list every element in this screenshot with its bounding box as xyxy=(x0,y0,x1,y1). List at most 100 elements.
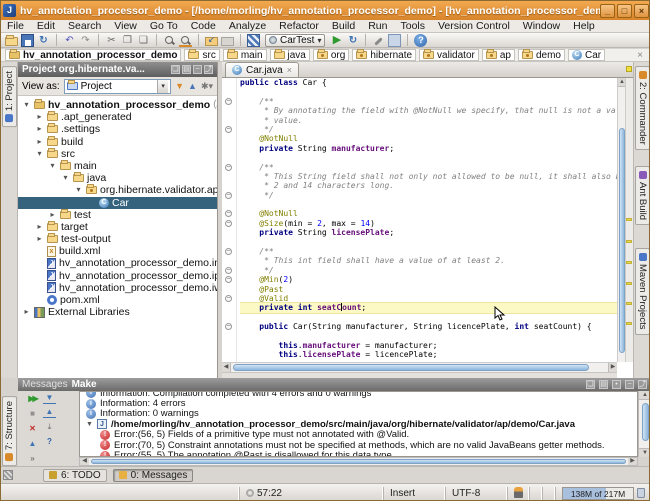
message-row[interactable]: !Error:(56, 5) Fields of a primitive typ… xyxy=(80,430,637,440)
wrench-icon[interactable] xyxy=(372,34,385,47)
insert-mode-indicator[interactable]: Insert xyxy=(383,487,445,500)
code-line[interactable]: @NotNull xyxy=(240,134,617,143)
open-icon[interactable] xyxy=(5,37,18,46)
tree-item-hv-annotation-processor-demo-iws[interactable]: Jhv_annotation_processor_demo.iws xyxy=(18,282,217,294)
code-line[interactable]: * value. xyxy=(240,116,617,125)
back-icon[interactable] xyxy=(205,37,218,46)
redo-icon[interactable]: ↷ xyxy=(79,34,92,47)
error-stripe-mark[interactable] xyxy=(626,302,632,305)
chevron-down-icon[interactable]: ▾ xyxy=(22,99,31,111)
pin-icon[interactable]: • xyxy=(612,380,621,389)
editor-vertical-scrollbar[interactable]: ▲ xyxy=(617,78,625,362)
filter-icon[interactable]: ▼ xyxy=(175,81,184,91)
gutter-cell[interactable]: − xyxy=(222,322,236,331)
find-icon[interactable] xyxy=(163,34,176,47)
chevron-down-icon[interactable]: ▾ xyxy=(48,160,57,172)
toolwindow-toggle-icon[interactable] xyxy=(3,470,13,480)
horizontal-scroll-thumb[interactable] xyxy=(91,459,626,464)
forward-icon[interactable] xyxy=(221,37,234,46)
code-line[interactable]: @Past xyxy=(240,285,617,294)
code-line[interactable]: */ xyxy=(240,266,617,275)
tool-button-structure[interactable]: 7: Structure xyxy=(2,396,17,466)
memory-bar[interactable]: 138M of 217M xyxy=(562,487,634,500)
message-row[interactable]: !Error:(55, 5) The annotation @Past is d… xyxy=(80,450,637,457)
close-button[interactable]: × xyxy=(634,4,649,18)
error-stripe-mark[interactable] xyxy=(626,322,632,325)
minimize-icon[interactable]: − xyxy=(193,65,202,74)
gutter-cell[interactable]: − xyxy=(222,266,236,275)
tool-button-0-messages[interactable]: 0: Messages xyxy=(113,469,194,482)
tree-item-hv-annotation-processor-demo[interactable]: ▾hv_annotation_processor_demo (/home/ xyxy=(18,99,217,111)
fold-end-icon[interactable]: − xyxy=(225,126,232,133)
scroll-up-icon[interactable]: ▲ xyxy=(639,391,650,400)
code-line[interactable]: @Size(min = 2, max = 14) xyxy=(240,219,617,228)
tool-button-6-todo[interactable]: 6: TODO xyxy=(43,469,107,482)
code-line[interactable]: /** xyxy=(240,247,617,256)
expand-all-icon[interactable]: ▼ xyxy=(43,393,56,404)
gutter-cell[interactable]: − xyxy=(222,247,236,256)
code-line[interactable]: /** xyxy=(240,163,617,172)
run-icon[interactable]: ▶ xyxy=(330,34,343,47)
scroll-down-icon[interactable]: ▼ xyxy=(639,448,650,457)
code-line[interactable] xyxy=(240,87,617,96)
fold-open-icon[interactable]: − xyxy=(225,164,232,171)
findpath-icon[interactable] xyxy=(179,34,192,47)
menu-item-edit[interactable]: Edit xyxy=(37,20,55,32)
gutter-cell[interactable]: − xyxy=(222,209,236,218)
message-row[interactable]: iInformation: 0 warnings xyxy=(80,409,637,419)
breadcrumb-item-src[interactable]: src xyxy=(184,49,219,61)
breadcrumb-item-demo[interactable]: demo xyxy=(518,49,565,61)
code-line[interactable]: * By annotating the field with @NotNull … xyxy=(240,106,617,115)
up-icon[interactable]: ▲ xyxy=(26,438,39,450)
fold-open-icon[interactable]: − xyxy=(225,98,232,105)
float-icon[interactable]: ❏ xyxy=(586,380,595,389)
gutter-cell[interactable]: − xyxy=(222,191,236,200)
code-line[interactable]: */ xyxy=(240,191,617,200)
horizontal-scroll-thumb[interactable] xyxy=(233,364,589,371)
message-row[interactable]: !Error:(70, 5) Constraint annotations mu… xyxy=(80,440,637,450)
chevron-right-icon[interactable]: ▸ xyxy=(35,123,44,135)
chevron-right-icon[interactable]: ▸ xyxy=(35,136,44,148)
expand-arrow-icon[interactable]: ▼ xyxy=(86,421,93,428)
collapse-all-icon[interactable]: ▲ xyxy=(188,81,197,91)
chevron-right-icon[interactable]: ▸ xyxy=(35,233,44,245)
minimize-icon[interactable]: − xyxy=(625,380,634,389)
code-line[interactable]: private String licensePlate; xyxy=(240,228,617,237)
memory-indicator[interactable]: 138M of 217M xyxy=(555,487,650,500)
chevron-down-icon[interactable]: ▾ xyxy=(35,148,44,160)
message-row[interactable]: ▼J/home/morling/hv_annotation_processor_… xyxy=(80,419,637,429)
scroll-right-icon[interactable]: ▶ xyxy=(608,363,617,372)
caret-position[interactable]: 57:22 xyxy=(239,487,288,500)
editor-horizontal-scrollbar[interactable]: ◀ ▶ xyxy=(222,362,617,372)
breadcrumb-item-ap[interactable]: ap xyxy=(482,49,515,61)
tool-button-2-commander[interactable]: 2: Commander xyxy=(635,66,650,150)
code-line[interactable]: this.licensePlate = licencePlate; xyxy=(240,350,617,359)
code-line[interactable] xyxy=(240,200,617,209)
tree-item-java[interactable]: ▾java xyxy=(18,172,217,184)
code-line[interactable]: * 2 and 14 characters long. xyxy=(240,181,617,190)
tree-item-apt-generated[interactable]: ▸.apt_generated xyxy=(18,111,217,123)
gutter-cell[interactable]: − xyxy=(222,219,236,228)
close-icon[interactable]: ✕ xyxy=(26,423,39,435)
undo-icon[interactable]: ↶ xyxy=(63,34,76,47)
breadcrumb-close-icon[interactable]: × xyxy=(637,50,647,61)
error-stripe-mark[interactable] xyxy=(626,240,632,243)
menu-item-file[interactable]: File xyxy=(7,20,24,32)
tree-item-test[interactable]: ▸test xyxy=(18,209,217,221)
hide-icon[interactable]: ⤴ xyxy=(204,65,213,74)
chevron-right-icon[interactable]: ▸ xyxy=(35,221,44,233)
inspection-status-icon[interactable] xyxy=(626,66,632,72)
code-line[interactable]: private int seatCount; xyxy=(240,303,617,312)
tree-item-target[interactable]: ▸target xyxy=(18,221,217,233)
code-line[interactable]: this.manufacturer = manufacturer; xyxy=(240,341,617,350)
tree-item-build[interactable]: ▸build xyxy=(18,136,217,148)
menu-item-build[interactable]: Build xyxy=(332,20,355,32)
chevron-right-icon[interactable]: ▸ xyxy=(22,306,31,318)
help-icon[interactable]: ? xyxy=(43,436,56,448)
vertical-scroll-thumb[interactable] xyxy=(619,128,625,353)
fold-end-icon[interactable]: − xyxy=(225,267,232,274)
run-config-select[interactable]: CarTest ▾ xyxy=(265,34,325,47)
code-line[interactable] xyxy=(240,153,617,162)
menu-item-help[interactable]: Help xyxy=(573,20,595,32)
chevron-down-icon[interactable]: ▾ xyxy=(61,172,70,184)
